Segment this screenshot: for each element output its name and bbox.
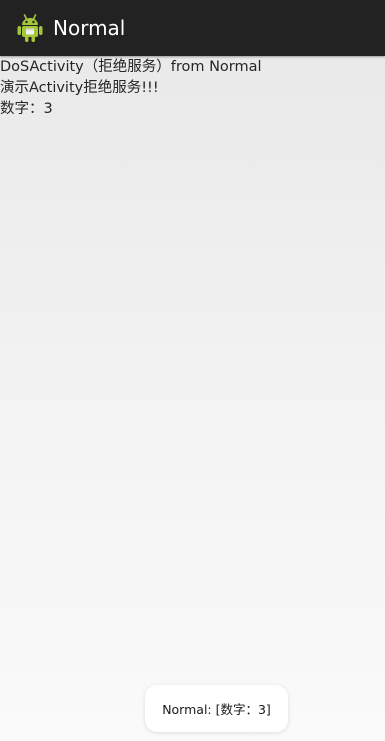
toast-message: Normal: [数字：3] xyxy=(145,685,288,732)
content-area: DoSActivity（拒绝服务）from Normal 演示Activity拒… xyxy=(0,57,385,120)
content-line-description: 演示Activity拒绝服务!!! xyxy=(0,80,159,96)
action-bar: Normal xyxy=(0,0,385,56)
app-title: Normal xyxy=(53,16,126,40)
content-line-number: 数字：3 xyxy=(0,101,53,117)
toast-text: Normal: [数字：3] xyxy=(162,702,271,717)
android-robot-icon xyxy=(14,12,46,44)
content-line-title: DoSActivity（拒绝服务）from Normal xyxy=(0,59,262,75)
